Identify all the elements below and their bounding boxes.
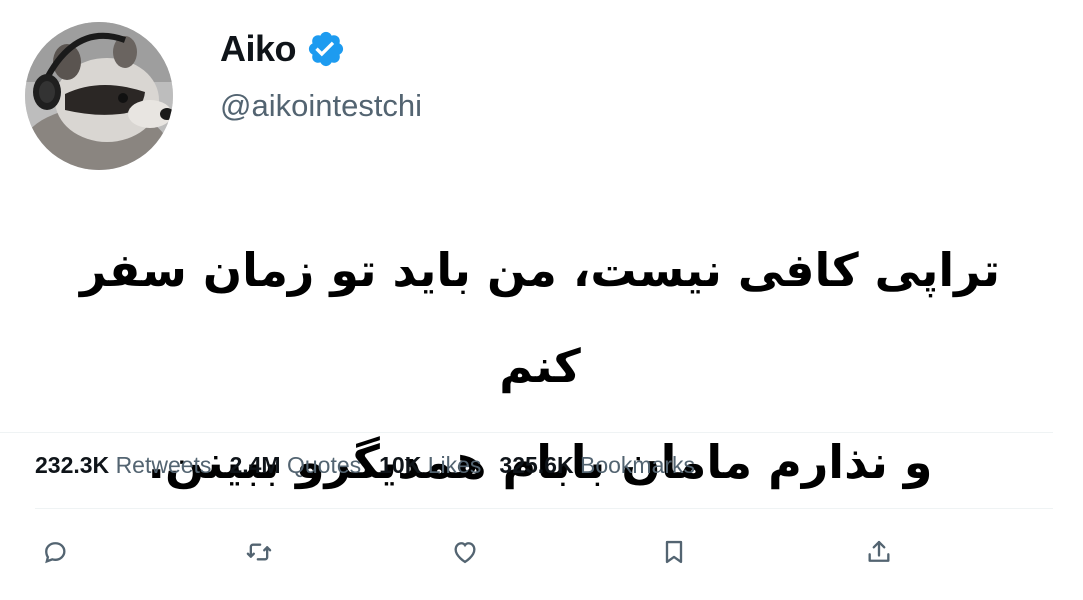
stat-retweets[interactable]: 232.3K Retweets [35, 452, 211, 479]
reply-button[interactable] [38, 535, 72, 569]
bookmark-icon [665, 540, 683, 564]
share-button[interactable] [862, 535, 896, 569]
stat-quotes-value: 2.4M [229, 452, 281, 478]
verified-badge-icon [308, 31, 344, 67]
stat-bookmarks-label: Bookmarks [579, 452, 696, 478]
divider-bottom [35, 508, 1053, 509]
engagement-stats: 232.3K Retweets 2.4M Quotes 10K Likes 32… [35, 452, 695, 479]
share-icon [868, 540, 890, 562]
display-name-text: Aiko [220, 28, 297, 69]
like-icon [454, 542, 476, 564]
reply-icon [45, 542, 66, 564]
retweet-icon [246, 543, 272, 561]
stat-likes-value: 10K [379, 452, 422, 478]
like-button[interactable] [448, 535, 482, 569]
tweet-text-line-1: تراپی کافی نیست، من باید تو زمان سفر کنم [79, 243, 1001, 393]
raccoon-avatar-image [25, 22, 173, 170]
user-handle[interactable]: @aikointestchi [220, 88, 422, 124]
stat-bookmarks[interactable]: 325.6K Bookmarks [499, 452, 695, 479]
stat-likes[interactable]: 10K Likes [379, 452, 481, 479]
stat-bookmarks-value: 325.6K [499, 452, 574, 478]
stat-retweets-label: Retweets [115, 452, 212, 478]
stat-retweets-value: 232.3K [35, 452, 110, 478]
bookmark-button[interactable] [657, 535, 691, 569]
display-name[interactable]: Aiko [220, 28, 346, 70]
stat-likes-label: Likes [427, 452, 482, 478]
divider-top [0, 432, 1053, 433]
stat-quotes[interactable]: 2.4M Quotes [229, 452, 361, 479]
retweet-button[interactable] [242, 535, 276, 569]
stat-quotes-label: Quotes [286, 452, 362, 478]
avatar[interactable] [25, 22, 173, 170]
